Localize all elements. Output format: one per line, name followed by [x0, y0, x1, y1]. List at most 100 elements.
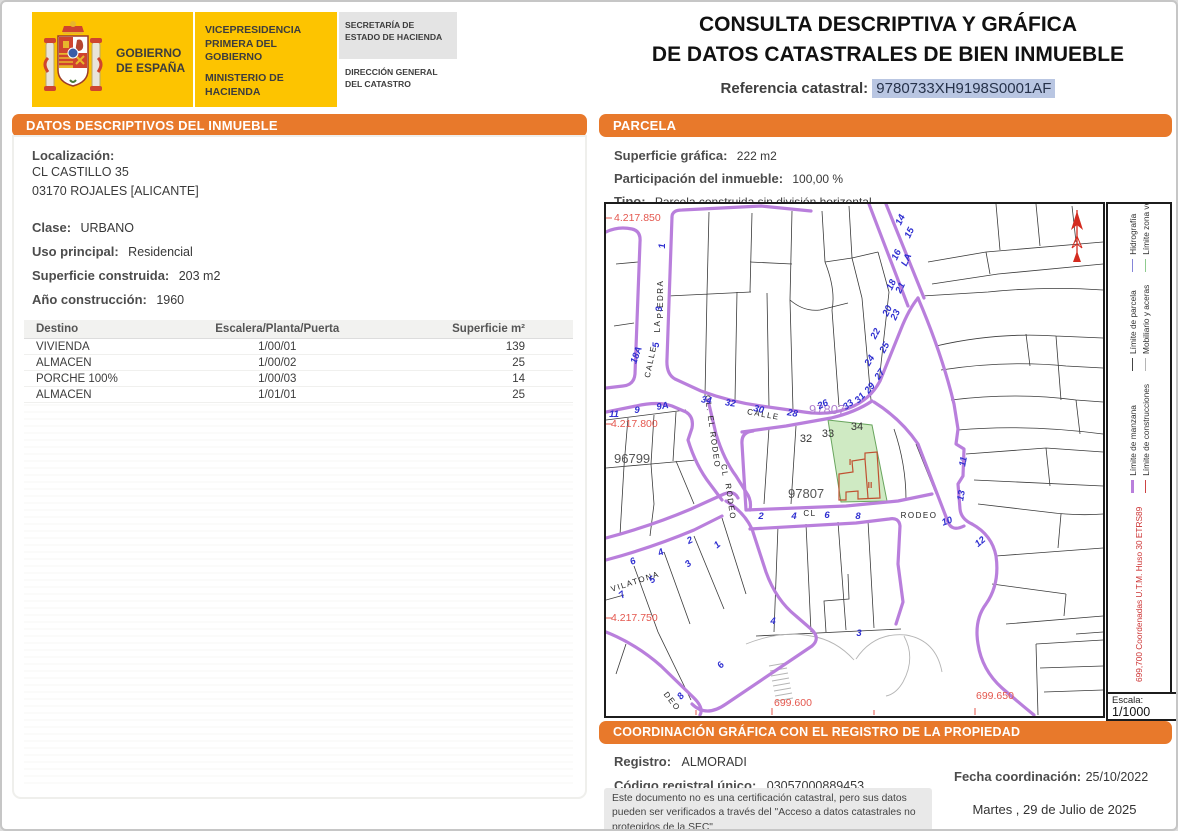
legend-item: Mobiliario y aceras: [1141, 285, 1151, 371]
construccion-table-header: Destino Escalera/Planta/Puerta Superficie …: [24, 320, 573, 339]
table-cell: 25: [378, 386, 573, 403]
legend-group: Límite de manzana Límite de construccione…: [1128, 384, 1151, 493]
table-cell: ALMACEN: [24, 386, 171, 403]
legend-item: Límite zona verde: [1140, 202, 1151, 272]
map-label: 2: [757, 511, 764, 522]
mobiliario-lines: [745, 633, 943, 702]
map-label: CL: [803, 509, 816, 518]
address-line-1: CL CASTILLO 35: [32, 165, 129, 179]
secretaria-box: SECRETARÍA DE ESTADO DE HACIENDA: [339, 12, 457, 59]
table-cell: 1/00/01: [170, 338, 379, 355]
map-label: 7: [617, 589, 629, 601]
legend-label: Límite de manzana: [1127, 405, 1138, 476]
map-label: 5: [651, 342, 662, 348]
document-date: Martes , 29 de Julio de 2025: [972, 802, 1137, 817]
datos-descriptivos-content: Localización: CL CASTILLO 35 03170 ROJAL…: [32, 148, 572, 347]
referencia-catastral: Referencia catastral: 9780733XH9198S0001…: [602, 78, 1174, 98]
table-cell: 139: [378, 338, 573, 355]
disclaimer-note: Este documento no es una certificación c…: [604, 788, 932, 829]
map-label: 28: [785, 407, 799, 420]
legend-item: Límite de parcela: [1128, 285, 1138, 371]
map-label: LA: [653, 320, 662, 333]
spain-coat-of-arms-icon: [43, 21, 103, 91]
north-arrow-icon: [1071, 210, 1083, 262]
legend-item: Límite de construcciones: [1141, 384, 1151, 493]
legend-label: Mobiliario y aceras: [1140, 284, 1151, 354]
legend-label: Hidrografía: [1127, 213, 1138, 255]
map-label: CALLE: [643, 344, 659, 378]
ministerio-text: MINISTERIO DE HACIENDA: [205, 72, 284, 98]
legend-group: Límite de parcela Mobiliario y aceras: [1128, 285, 1151, 371]
map-label: 24: [862, 353, 878, 369]
construccion-table-area: Destino Escalera/Planta/Puerta Superficie …: [24, 320, 573, 788]
cadastral-map[interactable]: 4.217.850 4.217.800 4.217.750 699.600 699.65…: [604, 202, 1105, 718]
construccion-table: Destino Escalera/Planta/Puerta Superficie …: [24, 320, 573, 403]
referencia-value[interactable]: 9780733XH9198S0001AF: [872, 78, 1056, 98]
direccion-catastro-box: DIRECCIÓN GENERAL DEL CATASTRO: [339, 59, 457, 107]
map-label: 3: [683, 558, 695, 570]
map-label: 8: [855, 511, 861, 522]
map-label: 32: [800, 433, 812, 445]
referencia-label: Referencia catastral:: [720, 79, 869, 97]
document-page: GOBIERNO DE ESPAÑA VICEPRESIDENCIA PRIME…: [0, 0, 1178, 831]
field-label: Año construcción:: [32, 291, 147, 307]
field-label: Superficie construida:: [32, 267, 170, 283]
field-value: 203 m2: [175, 268, 221, 283]
map-scale-box: Escala: 1/1000: [1106, 692, 1176, 721]
table-cell: 14: [378, 370, 573, 387]
legend-label: Límite zona verde: [1140, 202, 1151, 255]
table-row: PORCHE 100% 1/00/03 14: [24, 370, 573, 387]
map-label: 18A: [629, 345, 645, 365]
legend-group: Hidrografía Límite zona verde: [1127, 202, 1151, 272]
utm-coordinates-note: 699,700 Coordenadas U.T.M. Huso 30 ETRS8…: [1134, 506, 1144, 682]
legend-swatch-icon: [1132, 258, 1133, 272]
map-legend: 699,700 Coordenadas U.T.M. Huso 30 ETRS8…: [1106, 202, 1172, 694]
map-label: 1: [712, 539, 723, 551]
field-value: 222 m2: [733, 149, 777, 163]
map-label: 699.600: [774, 697, 812, 709]
table-cell: PORCHE 100%: [24, 370, 171, 387]
legend-swatch-icon: [1132, 357, 1133, 371]
map-label: 2: [684, 534, 695, 547]
cadastral-map-svg: 4.217.8504.217.8004.217.750699.600699.65…: [604, 202, 1104, 717]
vicepresidencia-text: VICEPRESIDENCIA PRIMERA DEL GOBIERNO: [205, 24, 301, 64]
map-label: 32: [724, 397, 737, 409]
table-row: VIVIENDA 1/00/01 139: [24, 338, 573, 355]
table-header-cell: Destino: [24, 320, 171, 339]
legend-swatch-icon: [1145, 258, 1146, 272]
field-row: Clase: URBANO: [32, 216, 572, 240]
map-label: 96799: [614, 451, 650, 466]
gobierno-text: GOBIERNO DE ESPAÑA: [116, 46, 186, 75]
fecha-value: 25/10/2022: [1085, 770, 1149, 784]
map-label: 6: [824, 510, 830, 521]
table-row: ALMACEN 1/01/01 25: [24, 386, 573, 403]
map-label: 6: [715, 659, 727, 671]
field-row: Superficie gráfica: 222 m2: [614, 144, 1164, 167]
map-label: 4: [790, 511, 797, 522]
scale-value: 1/1000: [1112, 705, 1151, 719]
legend-swatch-icon: [1131, 479, 1134, 493]
field-row: Uso principal: Residencial: [32, 240, 572, 264]
map-label: 4: [769, 616, 776, 627]
field-row: Superficie construida: 203 m2: [32, 264, 572, 288]
field-label: Participación del inmueble:: [614, 171, 784, 187]
title-line-2: DE DATOS CATASTRALES DE BIEN INMUEBLE: [651, 43, 1125, 67]
map-label: I: [849, 457, 851, 467]
legend-items: Límite de manzana Límite de construccione…: [1127, 202, 1151, 493]
field-label: Superficie gráfica:: [614, 148, 728, 163]
map-label: 11: [957, 456, 970, 468]
fecha-coordinacion-row: Fecha coordinación: 25/10/2022: [954, 768, 1148, 786]
map-label: II: [868, 480, 873, 490]
table-header-cell: Superficie m²: [378, 320, 573, 339]
ministerio-block: VICEPRESIDENCIA PRIMERA DEL GOBIERNO MIN…: [195, 12, 337, 107]
legend-swatch-icon: [1145, 357, 1146, 371]
table-cell: 1/00/03: [170, 370, 379, 387]
map-label: 699.650: [976, 690, 1014, 702]
map-label: RODEO: [901, 511, 938, 520]
section-header-parcela: PARCELA: [599, 114, 1172, 137]
map-label: 9A: [656, 400, 670, 413]
address-line-2: 03170 ROJALES [ALICANTE]: [32, 184, 199, 199]
field-label: Clase:: [32, 219, 72, 235]
table-cell: 1/00/02: [170, 354, 379, 371]
field-row: Año construcción: 1960: [32, 288, 572, 312]
